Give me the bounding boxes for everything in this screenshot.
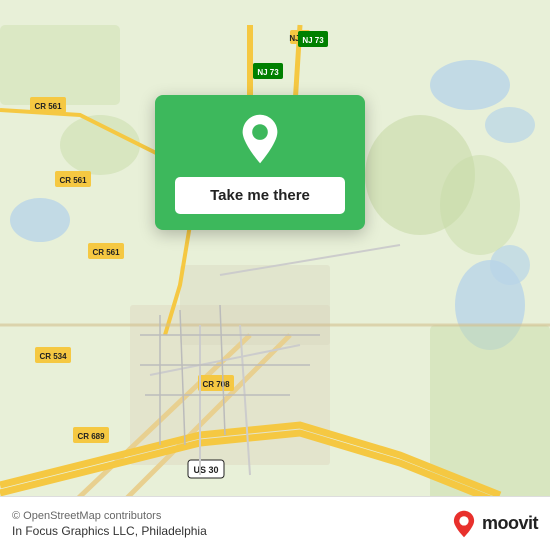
location-card: Take me there [155, 95, 365, 230]
bottom-bar: © OpenStreetMap contributors In Focus Gr… [0, 496, 550, 550]
business-name: In Focus Graphics LLC, Philadelphia [12, 524, 207, 538]
location-pin-icon [234, 113, 286, 165]
svg-text:CR 561: CR 561 [92, 248, 120, 257]
svg-text:NJ 73: NJ 73 [302, 36, 324, 45]
svg-text:CR 689: CR 689 [77, 432, 105, 441]
svg-text:CR 708: CR 708 [202, 380, 230, 389]
svg-text:CR 561: CR 561 [59, 176, 87, 185]
svg-text:US 30: US 30 [193, 465, 218, 475]
svg-text:CR 534: CR 534 [39, 352, 67, 361]
svg-text:NJ 73: NJ 73 [257, 68, 279, 77]
svg-text:CR 561: CR 561 [34, 102, 62, 111]
copyright-text: © OpenStreetMap contributors [12, 510, 207, 522]
take-me-there-button[interactable]: Take me there [175, 177, 345, 214]
moovit-pin-icon [450, 510, 478, 538]
map-background: NJ 73 CR 561 CR 561 CR 561 CR 534 CR 689… [0, 0, 550, 550]
moovit-logo: moovit [450, 510, 538, 538]
map-container: NJ 73 CR 561 CR 561 CR 561 CR 534 CR 689… [0, 0, 550, 550]
moovit-text: moovit [482, 513, 538, 534]
